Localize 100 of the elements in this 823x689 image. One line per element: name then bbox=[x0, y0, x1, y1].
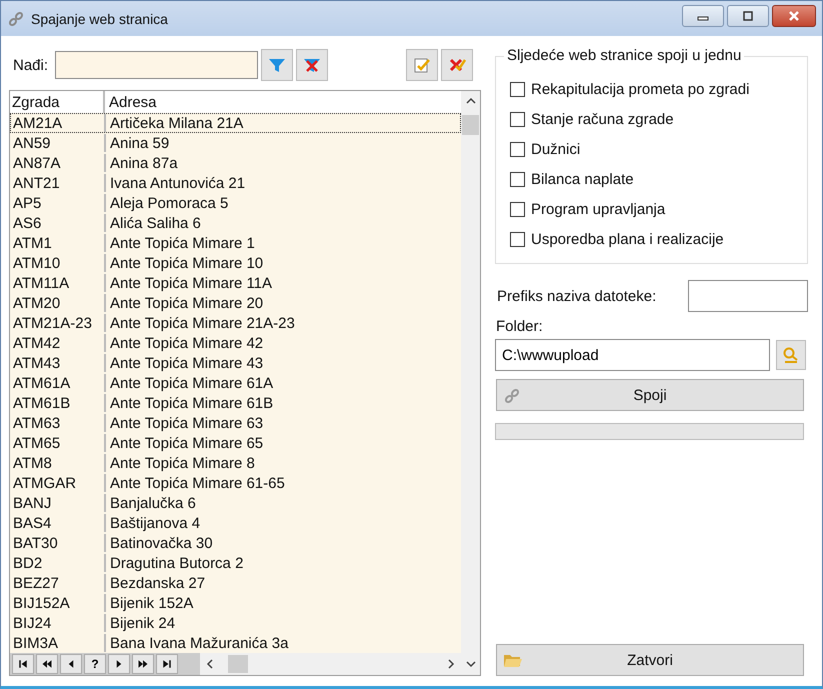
table-cell: BAS4 bbox=[11, 514, 106, 532]
table-cell: AP5 bbox=[11, 194, 106, 212]
table-cell: ATM11A bbox=[11, 274, 106, 292]
maximize-button[interactable] bbox=[727, 5, 769, 27]
table-row[interactable]: BIJ24 Bijenik 24 bbox=[10, 613, 461, 633]
table-row[interactable]: AS6 Alića Saliha 6 bbox=[10, 213, 461, 233]
magnifier-icon bbox=[782, 346, 800, 364]
checkbox[interactable] bbox=[510, 142, 525, 156]
scroll-thumb[interactable] bbox=[228, 655, 248, 673]
clear-filter-button[interactable] bbox=[296, 49, 328, 81]
table-row[interactable]: AP5 Aleja Pomoraca 5 bbox=[10, 193, 461, 213]
checkbox-option[interactable]: Program upravljanja bbox=[510, 199, 799, 219]
group-title: Sljedeće web stranice spoji u jednu bbox=[504, 47, 744, 64]
table-row[interactable]: ATM10 Ante Topića Mimare 10 bbox=[10, 253, 461, 273]
table-row[interactable]: ATM43 Ante Topića Mimare 43 bbox=[10, 353, 461, 373]
checkbox[interactable] bbox=[510, 202, 525, 216]
table-cell-text: Ante Topića Mimare 42 bbox=[109, 334, 264, 352]
check-all-button[interactable] bbox=[406, 49, 438, 81]
prefix-label: Prefiks naziva datoteke: bbox=[497, 288, 656, 304]
table-cell: AN59 bbox=[11, 134, 106, 152]
minimize-button[interactable] bbox=[682, 5, 724, 27]
table-row[interactable]: ATM61A Ante Topića Mimare 61A bbox=[10, 373, 461, 393]
table-cell-text: Anina 59 bbox=[109, 134, 170, 152]
table-cell-text: Ante Topića Mimare 65 bbox=[109, 434, 264, 452]
table-cell: AN87A bbox=[11, 154, 106, 172]
table-row[interactable]: BIJ152A Bijenik 152A bbox=[10, 593, 461, 613]
table-row[interactable]: ATMGAR Ante Topića Mimare 61-65 bbox=[10, 473, 461, 493]
table-row[interactable]: BANJ Banjalučka 6 bbox=[10, 493, 461, 513]
checkbox-option[interactable]: Stanje računa zgrade bbox=[510, 109, 799, 129]
uncheck-icon bbox=[448, 56, 466, 74]
scroll-down-icon bbox=[466, 660, 476, 668]
table-row[interactable]: BD2 Dragutina Butorca 2 bbox=[10, 553, 461, 573]
merge-button[interactable]: Spoji bbox=[496, 379, 804, 411]
vertical-scrollbar[interactable] bbox=[461, 91, 480, 653]
uncheck-all-button[interactable] bbox=[441, 49, 474, 81]
close-icon bbox=[787, 10, 801, 22]
table-cell-text: Banjalučka 6 bbox=[109, 494, 196, 512]
column-header[interactable]: Zgrada bbox=[10, 91, 105, 113]
skip-first-icon bbox=[17, 658, 29, 670]
table-row[interactable]: ATM65 Ante Topića Mimare 65 bbox=[10, 433, 461, 453]
folder-icon bbox=[503, 652, 523, 668]
table-cell-text: Artičeka Milana 21A bbox=[109, 114, 244, 132]
table-cell: ATM10 bbox=[11, 254, 106, 272]
table-cell: ATM65 bbox=[11, 434, 106, 452]
table-cell-text: Bezdanska 27 bbox=[109, 574, 206, 592]
scroll-thumb[interactable] bbox=[462, 115, 479, 135]
table-row[interactable]: ATM8 Ante Topića Mimare 8 bbox=[10, 453, 461, 473]
table-cell-text: Ante Topića Mimare 10 bbox=[109, 254, 264, 272]
table-cell: BD2 bbox=[11, 554, 106, 572]
scroll-up-icon bbox=[466, 97, 476, 105]
table-row[interactable]: ATM21A-23 Ante Topića Mimare 21A-23 bbox=[10, 313, 461, 333]
checkbox-option[interactable]: Dužnici bbox=[510, 139, 799, 159]
table-cell: ATM8 bbox=[11, 454, 106, 472]
table-cell-text: Bana Ivana Mažuranića 3a bbox=[109, 634, 288, 652]
next-page-button[interactable] bbox=[132, 654, 154, 674]
table-row[interactable]: AM21A Artičeka Milana 21A bbox=[10, 113, 461, 133]
folder-field[interactable]: C:\wwwupload bbox=[495, 339, 770, 371]
double-left-icon bbox=[41, 658, 53, 670]
next-button[interactable] bbox=[108, 654, 130, 674]
checkbox-option[interactable]: Usporedba plana i realizacije bbox=[510, 229, 799, 249]
table-row[interactable]: BAT30 Batinovačka 30 bbox=[10, 533, 461, 553]
last-button[interactable] bbox=[156, 654, 178, 674]
table-cell: AM21A bbox=[11, 114, 106, 132]
checkbox[interactable] bbox=[510, 112, 525, 126]
table-cell-text: Aleja Pomoraca 5 bbox=[109, 194, 228, 212]
close-window-button[interactable]: Zatvori bbox=[496, 644, 804, 676]
table-cell-text: Ante Topića Mimare 63 bbox=[109, 414, 264, 432]
checkbox[interactable] bbox=[510, 172, 525, 186]
checkbox-option[interactable]: Rekapitulacija prometa po zgradi bbox=[510, 79, 799, 99]
column-header[interactable]: Adresa bbox=[105, 94, 157, 110]
table-row[interactable]: ANT21 Ivana Antunovića 21 bbox=[10, 173, 461, 193]
table-row[interactable]: ATM63 Ante Topića Mimare 63 bbox=[10, 413, 461, 433]
prev-page-button[interactable] bbox=[36, 654, 58, 674]
table-row[interactable]: ATM42 Ante Topića Mimare 42 bbox=[10, 333, 461, 353]
checkbox-option[interactable]: Bilanca naplate bbox=[510, 169, 799, 189]
table-row[interactable]: ATM61B Ante Topića Mimare 61B bbox=[10, 393, 461, 413]
table-row[interactable]: BEZ27 Bezdanska 27 bbox=[10, 573, 461, 593]
table-cell-text: Dragutina Butorca 2 bbox=[109, 554, 244, 572]
table-cell: ATM21A-23 bbox=[11, 314, 106, 332]
close-button[interactable] bbox=[772, 5, 816, 27]
filter-button[interactable] bbox=[261, 49, 294, 81]
table-cell: ATMGAR bbox=[11, 474, 106, 492]
window-title: Spajanje web stranica bbox=[31, 10, 168, 26]
table-row[interactable]: ATM11A Ante Topića Mimare 11A bbox=[10, 273, 461, 293]
checkbox[interactable] bbox=[510, 82, 525, 96]
table-cell-text: Ante Topića Mimare 61B bbox=[109, 394, 274, 412]
search-field[interactable] bbox=[55, 51, 258, 79]
table-cell: ANT21 bbox=[11, 174, 106, 192]
table-row[interactable]: ATM20 Ante Topića Mimare 20 bbox=[10, 293, 461, 313]
prefix-field[interactable] bbox=[688, 280, 808, 312]
record-number-button[interactable]: ? bbox=[84, 654, 106, 674]
table-row[interactable]: BAS4 Baštijanova 4 bbox=[10, 513, 461, 533]
table-cell-text: Ivana Antunovića 21 bbox=[109, 174, 246, 192]
first-button[interactable] bbox=[12, 654, 34, 674]
table-row[interactable]: AN59 Anina 59 bbox=[10, 133, 461, 153]
table-cell-text: Ante Topića Mimare 21A-23 bbox=[109, 314, 295, 332]
prev-button[interactable] bbox=[60, 654, 82, 674]
checkbox[interactable] bbox=[510, 232, 525, 246]
table-row[interactable]: AN87A Anina 87a bbox=[10, 153, 461, 173]
table-row[interactable]: ATM1 Ante Topića Mimare 1 bbox=[10, 233, 461, 253]
